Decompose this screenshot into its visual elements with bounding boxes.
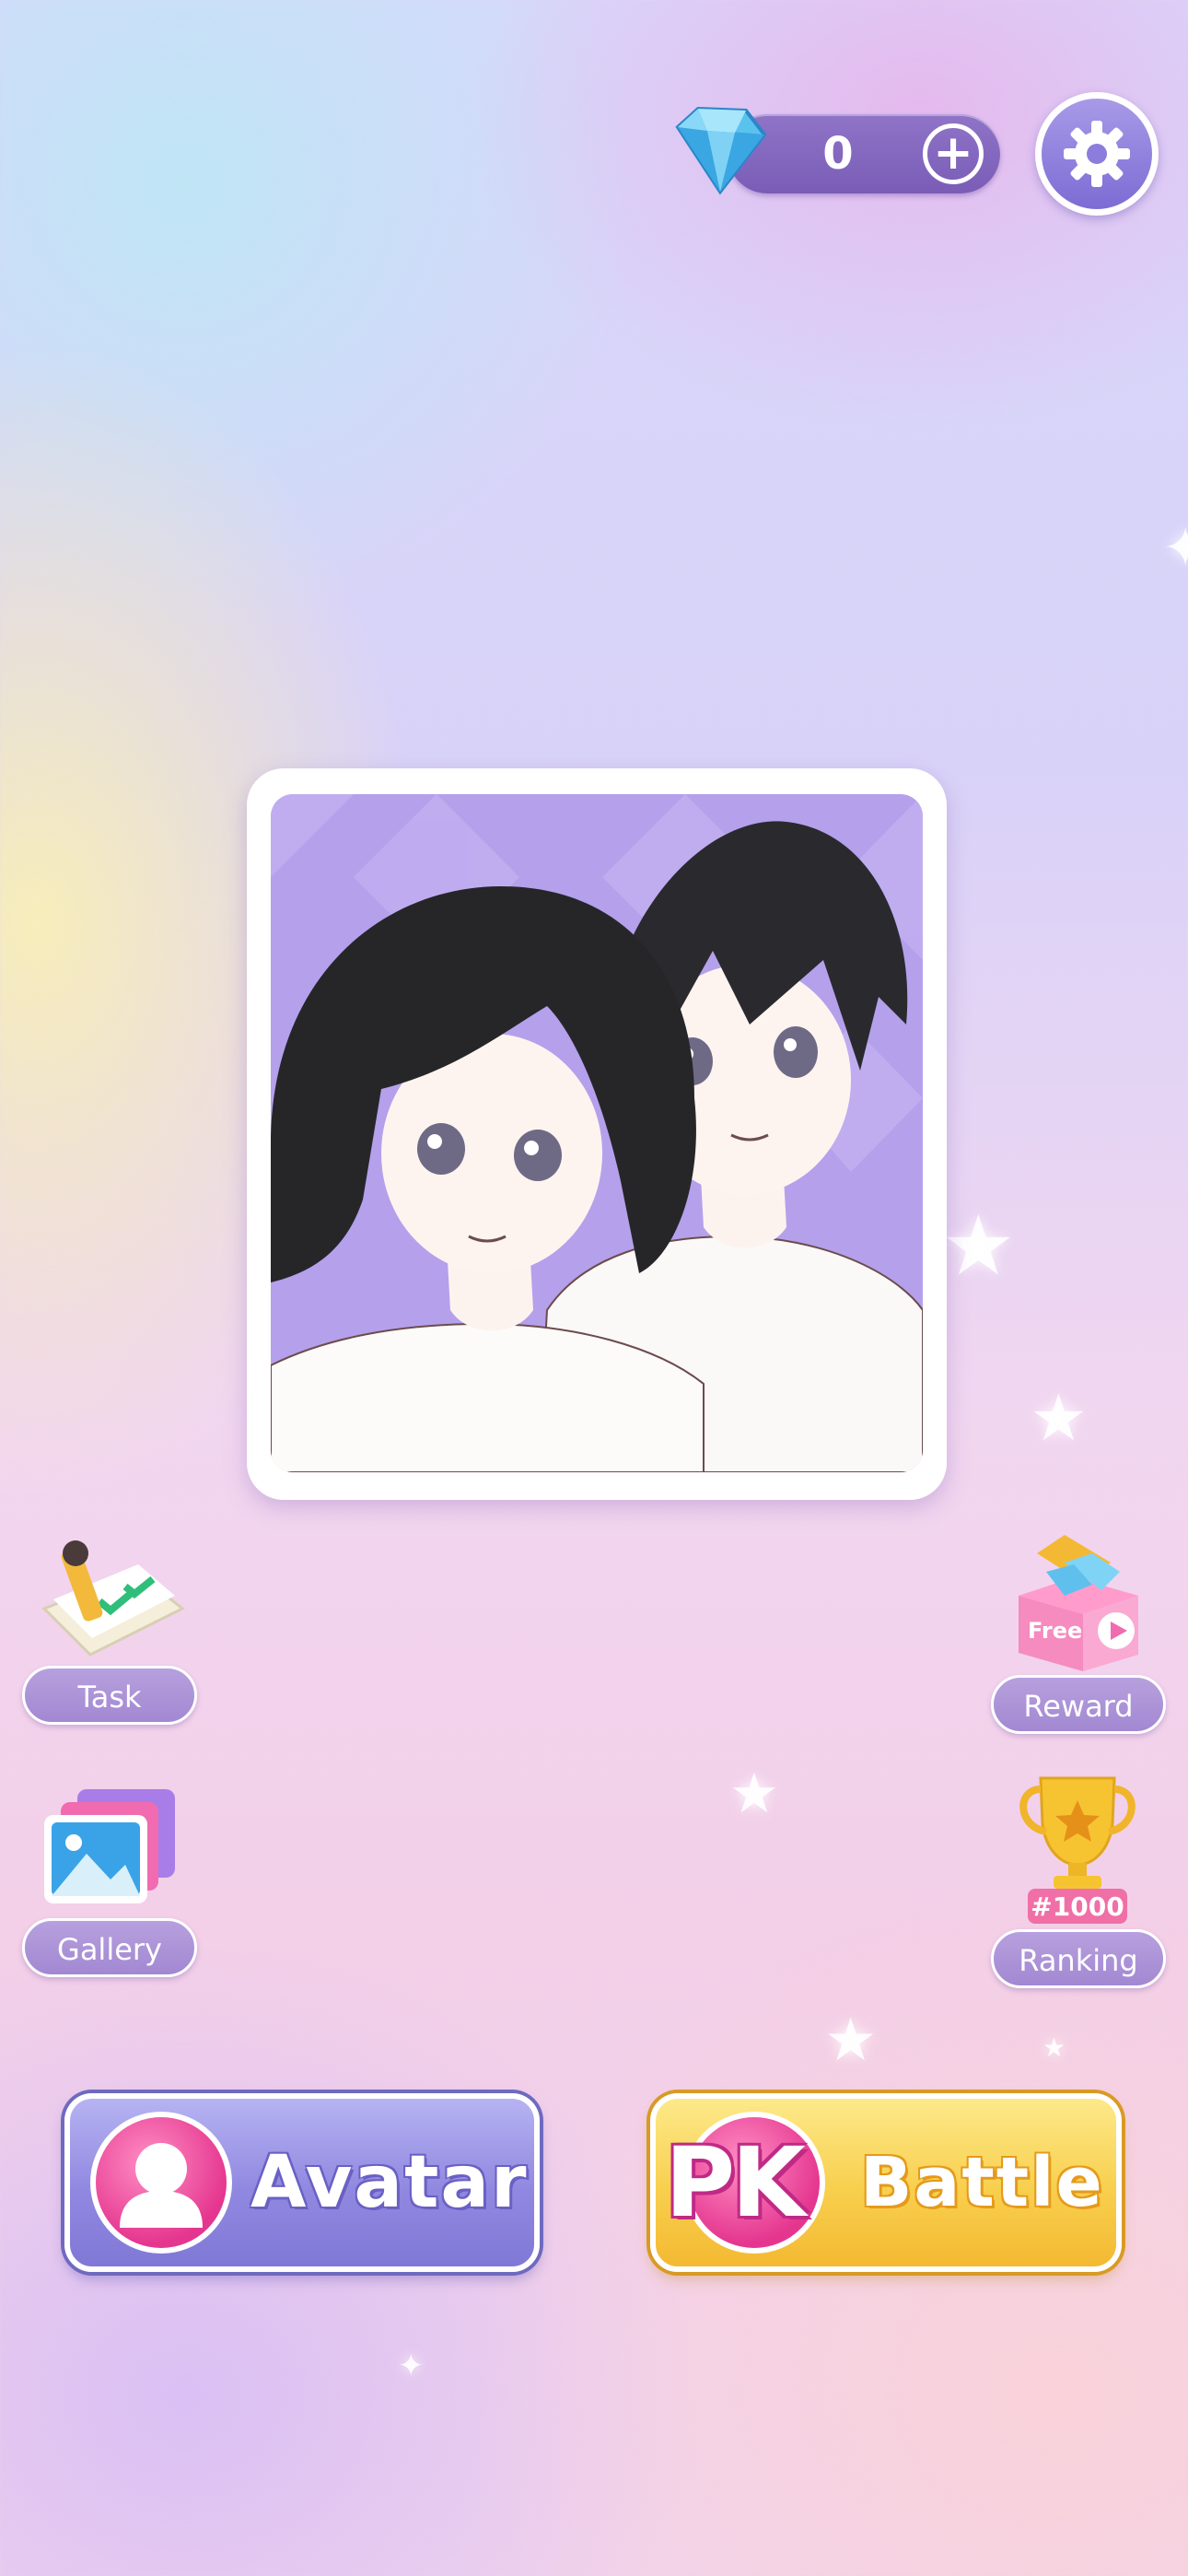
ranking-position: #1000 [1031, 1891, 1124, 1922]
diamond-icon [661, 100, 774, 201]
task-button[interactable]: Task [22, 1666, 197, 1725]
sparkle-decoration: ★ [729, 1762, 779, 1826]
avatar-button[interactable]: Avatar [64, 2093, 540, 2272]
gallery-image-icon[interactable] [41, 1787, 179, 1907]
trophy-icon[interactable]: #1000 [1013, 1769, 1142, 1924]
task-checklist-icon[interactable] [35, 1535, 190, 1664]
add-gems-button[interactable]: + [923, 123, 984, 184]
person-silhouette-icon [90, 2112, 232, 2254]
gallery-button[interactable]: Gallery [22, 1918, 197, 1977]
sparkle-decoration: ✦ [398, 2348, 425, 2384]
gift-box-icon[interactable]: Free [1009, 1516, 1147, 1671]
sparkle-decoration: ★ [1042, 2032, 1066, 2063]
sparkle-decoration: ★ [941, 1198, 1016, 1294]
couple-portrait-card[interactable] [247, 768, 947, 1500]
avatar-button-label: Avatar [250, 2141, 529, 2224]
gem-count: 0 [822, 128, 854, 180]
pk-battle-button[interactable]: PK Battle [650, 2093, 1122, 2272]
gear-icon [1064, 121, 1130, 187]
settings-button[interactable] [1035, 92, 1159, 216]
plus-icon: + [933, 125, 973, 181]
sparkle-decoration: ★ [824, 2007, 878, 2075]
couple-portrait [271, 794, 923, 1472]
sparkle-decoration: ✦ [1162, 516, 1188, 580]
reward-free-badge: Free [1028, 1618, 1083, 1644]
battle-button-label: Battle [860, 2143, 1104, 2222]
ranking-button[interactable]: Ranking [991, 1929, 1166, 1988]
pk-label: PK [665, 2126, 806, 2239]
reward-button[interactable]: Reward [991, 1675, 1166, 1734]
sparkle-decoration: ★ [1030, 1380, 1088, 1456]
